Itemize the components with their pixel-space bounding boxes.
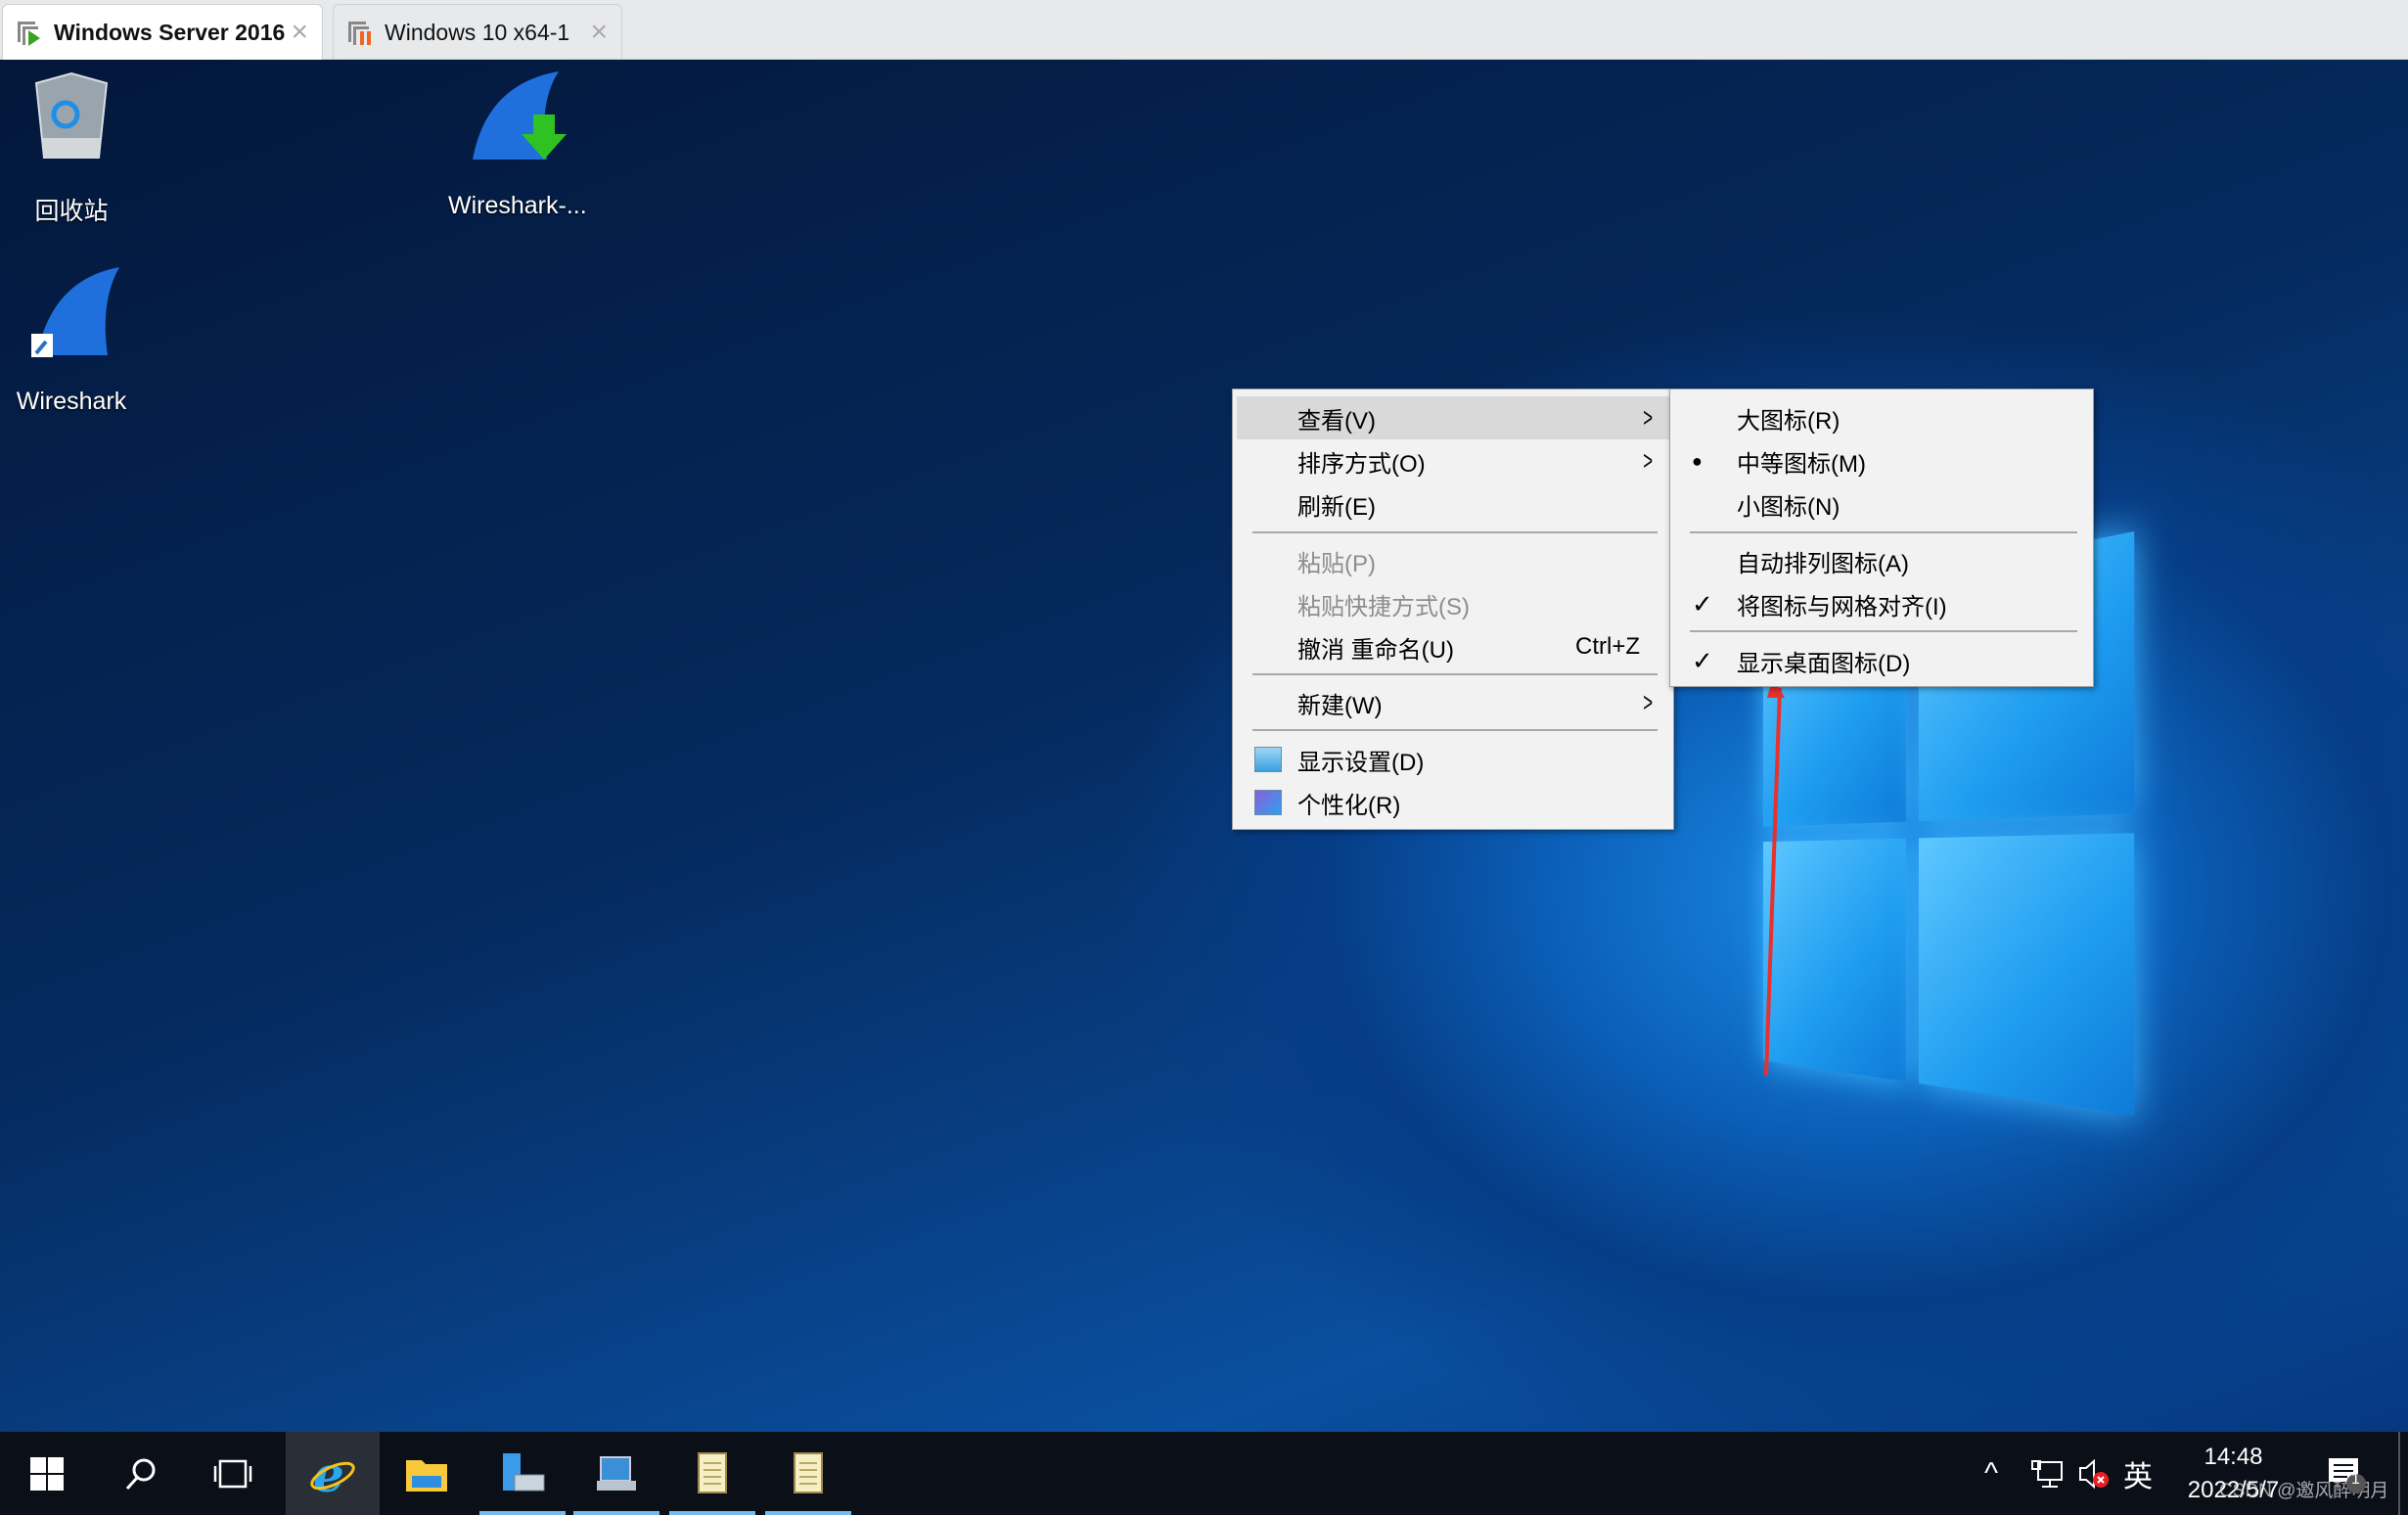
desktop-icon-wireshark[interactable]: Wireshark <box>3 265 140 416</box>
windows-start-icon <box>30 1456 64 1491</box>
tab-windows-server-2016[interactable]: Windows Server 2016 × <box>2 4 323 60</box>
recycle-bin-icon <box>3 69 140 192</box>
menu-divider <box>1252 531 1658 533</box>
menu-item-new[interactable]: 新建(W) > <box>1237 681 1669 724</box>
search-button[interactable] <box>94 1432 188 1515</box>
taskbar: e ^ 英 14:48 2022/5/7 CSDN @邀风醉明月 1 <box>0 1432 2408 1515</box>
internet-explorer-icon: e <box>310 1450 355 1497</box>
volume-muted-icon <box>2079 1458 2109 1489</box>
ime-label: 英 <box>2123 1460 2153 1493</box>
volume-button[interactable] <box>2077 1432 2111 1515</box>
menu-item-display-settings[interactable]: 显示设置(D) <box>1237 738 1669 781</box>
task-view-button[interactable] <box>186 1432 280 1515</box>
vm-running-icon <box>15 18 44 47</box>
close-icon[interactable]: × <box>590 16 608 49</box>
menu-divider <box>1252 729 1658 731</box>
menu-item-undo-rename[interactable]: 撤消 重命名(U) Ctrl+Z <box>1237 625 1669 668</box>
menu-divider <box>1252 673 1658 675</box>
desktop[interactable]: 回收站 Wireshark-... Wireshark <box>0 60 2408 1432</box>
computer-network-icon <box>597 1455 636 1491</box>
menu-item-sort-by[interactable]: 排序方式(O) > <box>1237 439 1669 482</box>
ime-indicator[interactable]: 英 <box>2123 1432 2153 1515</box>
check-icon: ✓ <box>1692 588 1713 619</box>
taskbar-internet-explorer[interactable]: e <box>286 1432 380 1515</box>
task-view-icon <box>213 1459 252 1488</box>
wireshark-shortcut-icon <box>3 265 140 388</box>
desktop-icon-recycle-bin[interactable]: 回收站 <box>3 69 140 227</box>
vm-paused-icon <box>345 18 375 47</box>
search-icon <box>125 1458 156 1490</box>
menu-item-paste-shortcut[interactable]: 粘贴快捷方式(S) <box>1237 582 1669 625</box>
menu-item-refresh[interactable]: 刷新(E) <box>1237 482 1669 526</box>
taskbar-server-manager[interactable] <box>476 1432 569 1515</box>
folder-icon <box>406 1459 447 1492</box>
check-icon: ✓ <box>1692 645 1713 675</box>
action-center-button[interactable]: 1 <box>2327 1432 2366 1515</box>
taskbar-remote-app[interactable] <box>569 1432 663 1515</box>
show-hidden-icons-button[interactable]: ^ <box>1984 1432 1998 1515</box>
menu-item-medium-icons[interactable]: ● 中等图标(M) <box>1674 439 2089 482</box>
menu-item-align-to-grid[interactable]: ✓ 将图标与网格对齐(I) <box>1674 582 2089 625</box>
show-desktop-button[interactable] <box>2398 1432 2400 1515</box>
notification-count: 1 <box>2351 1471 2360 1488</box>
desktop-icon-wireshark-installer[interactable]: Wireshark-... <box>448 69 587 220</box>
chevron-right-icon: > <box>1642 687 1653 717</box>
menu-item-large-icons[interactable]: 大图标(R) <box>1674 396 2089 439</box>
notepad-icon <box>698 1451 727 1493</box>
menu-item-view[interactable]: 查看(V) > <box>1237 396 1669 439</box>
menu-divider <box>1690 630 2077 632</box>
icon-label: Wireshark-... <box>448 192 587 219</box>
wireshark-installer-icon <box>448 69 585 192</box>
icon-label: Wireshark <box>16 388 127 415</box>
menu-item-auto-arrange[interactable]: 自动排列图标(A) <box>1674 539 2089 582</box>
chevron-right-icon: > <box>1642 445 1653 476</box>
menu-item-show-desktop-icons[interactable]: ✓ 显示桌面图标(D) <box>1674 639 2089 682</box>
menu-item-personalize[interactable]: 个性化(R) <box>1237 781 1669 824</box>
network-icon <box>2031 1459 2063 1488</box>
taskbar-notepad-1[interactable] <box>665 1432 759 1515</box>
close-icon[interactable]: × <box>291 16 308 49</box>
taskbar-file-explorer[interactable] <box>380 1432 474 1515</box>
tab-label: Windows Server 2016 <box>54 19 286 45</box>
start-button[interactable] <box>0 1432 94 1515</box>
radio-bullet-icon: ● <box>1692 450 1703 471</box>
chevron-right-icon: > <box>1642 402 1653 433</box>
menu-divider <box>1690 531 2077 533</box>
desktop-context-menu: 查看(V) > 排序方式(O) > 刷新(E) 粘贴(P) 粘贴快捷方式(S) 撤消… <box>1232 389 1674 830</box>
vm-tab-bar: Windows Server 2016 × Windows 10 x64-1 × <box>0 0 2408 60</box>
notification-icon <box>2329 1457 2366 1493</box>
tab-windows-10[interactable]: Windows 10 x64-1 × <box>333 4 622 60</box>
red-annotation-arrow <box>1764 676 1785 1077</box>
menu-item-small-icons[interactable]: 小图标(N) <box>1674 482 2089 526</box>
chevron-up-icon: ^ <box>1984 1456 1999 1490</box>
tab-label: Windows 10 x64-1 <box>385 19 570 45</box>
icon-label: 回收站 <box>34 198 109 225</box>
taskbar-notepad-2[interactable] <box>761 1432 855 1515</box>
network-button[interactable] <box>2030 1432 2064 1515</box>
server-manager-icon <box>503 1452 545 1491</box>
notepad-icon <box>794 1451 823 1493</box>
shortcut-label: Ctrl+Z <box>1575 633 1640 660</box>
view-submenu: 大图标(R) ● 中等图标(M) 小图标(N) 自动排列图标(A) ✓ 将图标与网格… <box>1669 389 2094 687</box>
menu-item-paste[interactable]: 粘贴(P) <box>1237 539 1669 582</box>
personalize-icon <box>1254 790 1282 815</box>
display-settings-icon <box>1254 747 1282 772</box>
